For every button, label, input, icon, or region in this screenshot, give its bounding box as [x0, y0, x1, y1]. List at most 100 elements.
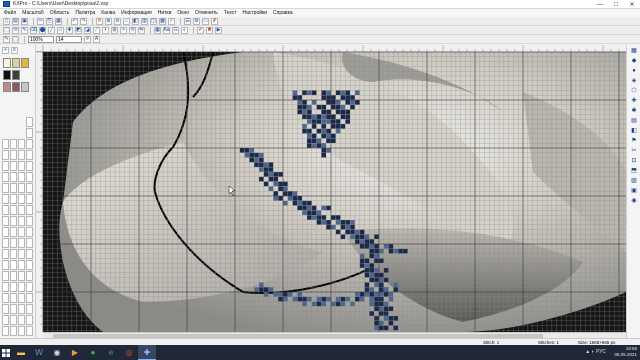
- palette-empty-slot[interactable]: [2, 326, 9, 336]
- palette-empty-slot[interactable]: [26, 293, 33, 303]
- palette-empty-slot[interactable]: [26, 117, 33, 127]
- eraser-icon[interactable]: ⌫: [30, 26, 37, 34]
- palette-empty-slot[interactable]: [10, 304, 17, 314]
- fill-icon[interactable]: ▩: [159, 17, 166, 25]
- palette-empty-slot[interactable]: [18, 150, 25, 160]
- close-pattern-icon[interactable]: ✗: [211, 17, 218, 25]
- palette-swatch[interactable]: [12, 58, 20, 68]
- menu-file[interactable]: Файл: [4, 10, 16, 16]
- quarter-stitch-icon[interactable]: ◪: [84, 26, 91, 34]
- palette-empty-slot[interactable]: [2, 216, 9, 226]
- contrast-icon[interactable]: ◐: [181, 26, 188, 34]
- palette-empty-slot[interactable]: [26, 183, 33, 193]
- palette-empty-slot[interactable]: [26, 205, 33, 215]
- palette-empty-slot[interactable]: [26, 326, 33, 336]
- palette-empty-slot[interactable]: [2, 282, 9, 292]
- magic-wand-icon[interactable]: ✧: [120, 26, 127, 34]
- palette-empty-slot[interactable]: [2, 271, 9, 281]
- palette-empty-slot[interactable]: [10, 194, 17, 204]
- language-indicator[interactable]: РУС: [596, 349, 606, 355]
- ellipse-select-icon[interactable]: ⬭: [12, 26, 19, 34]
- palette-swatch[interactable]: [3, 58, 11, 68]
- palette-empty-slot[interactable]: [2, 315, 9, 325]
- apply-icon[interactable]: ✔: [197, 26, 204, 34]
- pencil-icon[interactable]: ✎: [3, 35, 10, 43]
- palette-empty-slot[interactable]: [26, 282, 33, 292]
- palette-empty-slot[interactable]: [10, 315, 17, 325]
- palette-swatch[interactable]: [21, 58, 29, 68]
- grid-view-icon[interactable]: ▦: [629, 46, 639, 55]
- palette-empty-slot[interactable]: [2, 150, 9, 160]
- star-icon[interactable]: ✱: [629, 106, 639, 115]
- list-icon[interactable]: ▤: [629, 116, 639, 125]
- menu-palette[interactable]: Палитра: [75, 10, 95, 16]
- palette-empty-slot[interactable]: [18, 194, 25, 204]
- menu-settings[interactable]: Настройки: [243, 10, 268, 16]
- palette-empty-slot[interactable]: [10, 216, 17, 226]
- french-knot-icon[interactable]: •: [102, 26, 109, 34]
- palette-empty-slot[interactable]: [18, 304, 25, 314]
- palette-empty-slot[interactable]: [18, 326, 25, 336]
- menu-window[interactable]: Окно: [177, 10, 189, 16]
- palette-swatch[interactable]: [3, 82, 11, 92]
- palette-empty-slot[interactable]: [26, 249, 33, 259]
- palette-empty-slot[interactable]: [2, 293, 9, 303]
- palette-menu-icon[interactable]: ≡: [11, 46, 18, 54]
- split-icon[interactable]: ◧: [629, 126, 639, 135]
- browser-icon[interactable]: ●: [84, 345, 102, 360]
- cross-icon[interactable]: ✚: [629, 96, 639, 105]
- save-icon[interactable]: ▣: [21, 17, 28, 25]
- cut-icon[interactable]: ✂: [37, 17, 44, 25]
- preview-icon[interactable]: ◫: [150, 17, 157, 25]
- palette-empty-slot[interactable]: [2, 249, 9, 259]
- palette-empty-slot[interactable]: [26, 260, 33, 270]
- paste-icon[interactable]: ▦: [55, 17, 62, 25]
- settings-icon[interactable]: ⚙: [193, 17, 200, 25]
- target-icon[interactable]: ◉: [629, 196, 639, 205]
- palette-empty-slot[interactable]: [18, 172, 25, 182]
- fit-icon[interactable]: ⌂: [123, 17, 130, 25]
- play-icon[interactable]: ▶: [215, 26, 222, 34]
- menu-threads[interactable]: Нитки: [158, 10, 172, 16]
- minimize-button[interactable]: —: [592, 0, 608, 9]
- windows-start-icon[interactable]: [0, 345, 12, 360]
- palette-empty-slot[interactable]: [26, 216, 33, 226]
- palette-empty-slot[interactable]: [18, 139, 25, 149]
- grid-toggle-icon[interactable]: ▦: [154, 26, 161, 34]
- palette-empty-slot[interactable]: [10, 183, 17, 193]
- palette-swatch[interactable]: [3, 70, 11, 80]
- palette-empty-slot[interactable]: [26, 139, 33, 149]
- copy-icon[interactable]: ⎘: [46, 17, 53, 25]
- hex-view-icon[interactable]: ⬡: [629, 86, 639, 95]
- color-view-icon[interactable]: ●: [629, 66, 639, 75]
- rect-select-icon[interactable]: ⬚: [3, 26, 10, 34]
- palette-empty-slot[interactable]: [18, 260, 25, 270]
- threads-icon[interactable]: ▥: [141, 17, 148, 25]
- check-icon[interactable]: ✓: [168, 17, 175, 25]
- palette-empty-slot[interactable]: [26, 227, 33, 237]
- half-stitch-icon[interactable]: ◩: [75, 26, 82, 34]
- full-stitch-icon[interactable]: ✚: [66, 26, 73, 34]
- palette-empty-slot[interactable]: [18, 205, 25, 215]
- pattern-icon[interactable]: ▧: [629, 176, 639, 185]
- symbol-view-icon[interactable]: ◆: [629, 56, 639, 65]
- cancel-icon[interactable]: ✖: [206, 26, 213, 34]
- new-file-icon[interactable]: ▯: [3, 17, 10, 25]
- palette-empty-slot[interactable]: [18, 249, 25, 259]
- volume-icon[interactable]: ◐: [592, 349, 595, 355]
- frame-icon[interactable]: ▭: [202, 17, 209, 25]
- palette-empty-slot[interactable]: [10, 238, 17, 248]
- palette-empty-slot[interactable]: [18, 216, 25, 226]
- palette-empty-slot[interactable]: [26, 150, 33, 160]
- media-icon[interactable]: ▶: [66, 345, 84, 360]
- palette-empty-slot[interactable]: [2, 161, 9, 171]
- palette-empty-slot[interactable]: [18, 271, 25, 281]
- bead-icon[interactable]: ⊞: [111, 26, 118, 34]
- menu-scale[interactable]: Масштаб: [22, 10, 43, 16]
- cut-icon[interactable]: ✂: [629, 146, 639, 155]
- menu-undo[interactable]: Отменить: [195, 10, 218, 16]
- palette-empty-slot[interactable]: [10, 205, 17, 215]
- frame-icon[interactable]: ⊡: [629, 156, 639, 165]
- palette-empty-slot[interactable]: [10, 282, 17, 292]
- word-icon[interactable]: W: [30, 345, 48, 360]
